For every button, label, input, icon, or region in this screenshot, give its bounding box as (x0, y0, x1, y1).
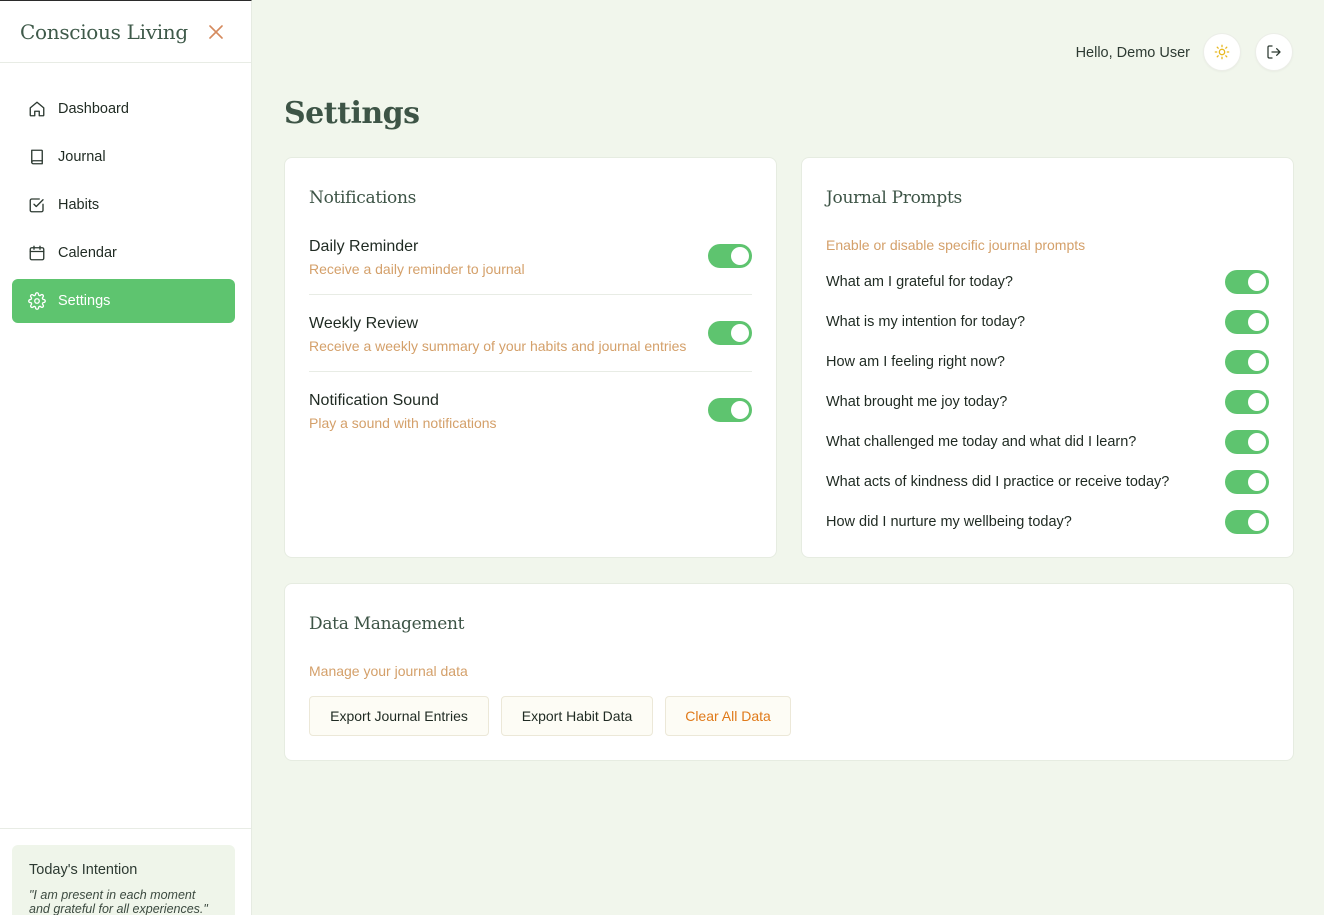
prompt-toggle[interactable] (1225, 470, 1269, 494)
sidebar-item-label: Settings (58, 293, 111, 309)
checkbox-icon (28, 196, 46, 214)
prompt-label: What is my intention for today? (826, 314, 1026, 330)
intention-title: Today's Intention (29, 862, 138, 878)
export-habit-button[interactable]: Export Habit Data (501, 696, 653, 736)
sidebar: Conscious Living Dashboard Journal Habit… (0, 0, 252, 915)
sidebar-item-dashboard[interactable]: Dashboard (12, 87, 235, 131)
notification-description: Receive a daily reminder to journal (309, 261, 525, 277)
notification-row-notification-sound: Notification Sound Play a sound with not… (309, 392, 752, 431)
sidebar-item-journal[interactable]: Journal (12, 135, 235, 179)
journal-prompts-subtitle: Enable or disable specific journal promp… (826, 237, 1086, 253)
prompt-row: What acts of kindness did I practice or … (826, 470, 1269, 494)
prompt-label: What am I grateful for today? (826, 274, 1013, 290)
notification-label: Notification Sound (309, 392, 439, 409)
prompt-label: What acts of kindness did I practice or … (826, 474, 1170, 490)
notification-sound-toggle[interactable] (708, 398, 752, 422)
journal-prompts-title: Journal Prompts (826, 188, 962, 208)
intention-text: "I am present in each moment and gratefu… (29, 888, 208, 915)
notification-label: Weekly Review (309, 315, 419, 332)
prompt-label: How am I feeling right now? (826, 354, 1005, 370)
prompt-row: How am I feeling right now? (826, 350, 1269, 374)
data-management-title: Data Management (309, 614, 465, 634)
calendar-icon (28, 244, 46, 262)
sidebar-item-label: Journal (58, 149, 106, 165)
sidebar-item-label: Calendar (58, 245, 117, 261)
notification-row-weekly-review: Weekly Review Receive a weekly summary o… (309, 315, 752, 354)
intention-card: Today's Intention "I am present in each … (12, 845, 235, 915)
book-icon (28, 148, 46, 166)
sidebar-item-calendar[interactable]: Calendar (12, 231, 235, 275)
prompt-toggle[interactable] (1225, 430, 1269, 454)
gear-icon (28, 292, 46, 310)
user-greeting: Hello, Demo User (1075, 45, 1190, 61)
journal-prompts-card: Journal Prompts Enable or disable specif… (801, 157, 1294, 558)
prompt-toggle[interactable] (1225, 270, 1269, 294)
notifications-card: Notifications Daily Reminder Receive a d… (284, 157, 777, 558)
prompt-toggle[interactable] (1225, 350, 1269, 374)
divider (309, 294, 752, 295)
sidebar-item-label: Dashboard (58, 101, 129, 117)
data-management-card: Data Management Manage your journal data… (284, 583, 1294, 761)
prompt-row: What challenged me today and what did I … (826, 430, 1269, 454)
prompt-toggle[interactable] (1225, 510, 1269, 534)
logout-button[interactable] (1255, 33, 1293, 71)
theme-toggle-button[interactable] (1203, 33, 1241, 71)
close-icon[interactable] (207, 23, 225, 41)
sidebar-item-settings[interactable]: Settings (12, 279, 235, 323)
clear-all-data-button[interactable]: Clear All Data (665, 696, 791, 736)
sun-icon (1214, 44, 1230, 60)
brand-title: Conscious Living (20, 19, 188, 44)
prompt-row: What is my intention for today? (826, 310, 1269, 334)
sidebar-item-label: Habits (58, 197, 100, 213)
prompt-toggle[interactable] (1225, 390, 1269, 414)
divider (309, 371, 752, 372)
prompt-toggle[interactable] (1225, 310, 1269, 334)
home-icon (28, 100, 46, 118)
notification-label: Daily Reminder (309, 238, 419, 255)
page-title: Settings (284, 96, 420, 131)
data-management-subtitle: Manage your journal data (309, 663, 468, 679)
daily-reminder-toggle[interactable] (708, 244, 752, 268)
weekly-review-toggle[interactable] (708, 321, 752, 345)
sidebar-header: Conscious Living (0, 1, 251, 63)
sidebar-footer: Today's Intention "I am present in each … (0, 828, 251, 915)
prompt-label: What challenged me today and what did I … (826, 434, 1137, 450)
prompt-row: What am I grateful for today? (826, 270, 1269, 294)
notification-description: Play a sound with notifications (309, 415, 497, 431)
sidebar-item-habits[interactable]: Habits (12, 183, 235, 227)
prompt-row: How did I nurture my wellbeing today? (826, 510, 1269, 534)
notification-row-daily-reminder: Daily Reminder Receive a daily reminder … (309, 238, 752, 277)
prompt-label: How did I nurture my wellbeing today? (826, 514, 1072, 530)
logout-icon (1266, 44, 1282, 60)
prompt-row: What brought me joy today? (826, 390, 1269, 414)
export-journal-button[interactable]: Export Journal Entries (309, 696, 489, 736)
prompt-label: What brought me joy today? (826, 394, 1008, 410)
notification-description: Receive a weekly summary of your habits … (309, 338, 687, 354)
notifications-title: Notifications (309, 188, 417, 208)
